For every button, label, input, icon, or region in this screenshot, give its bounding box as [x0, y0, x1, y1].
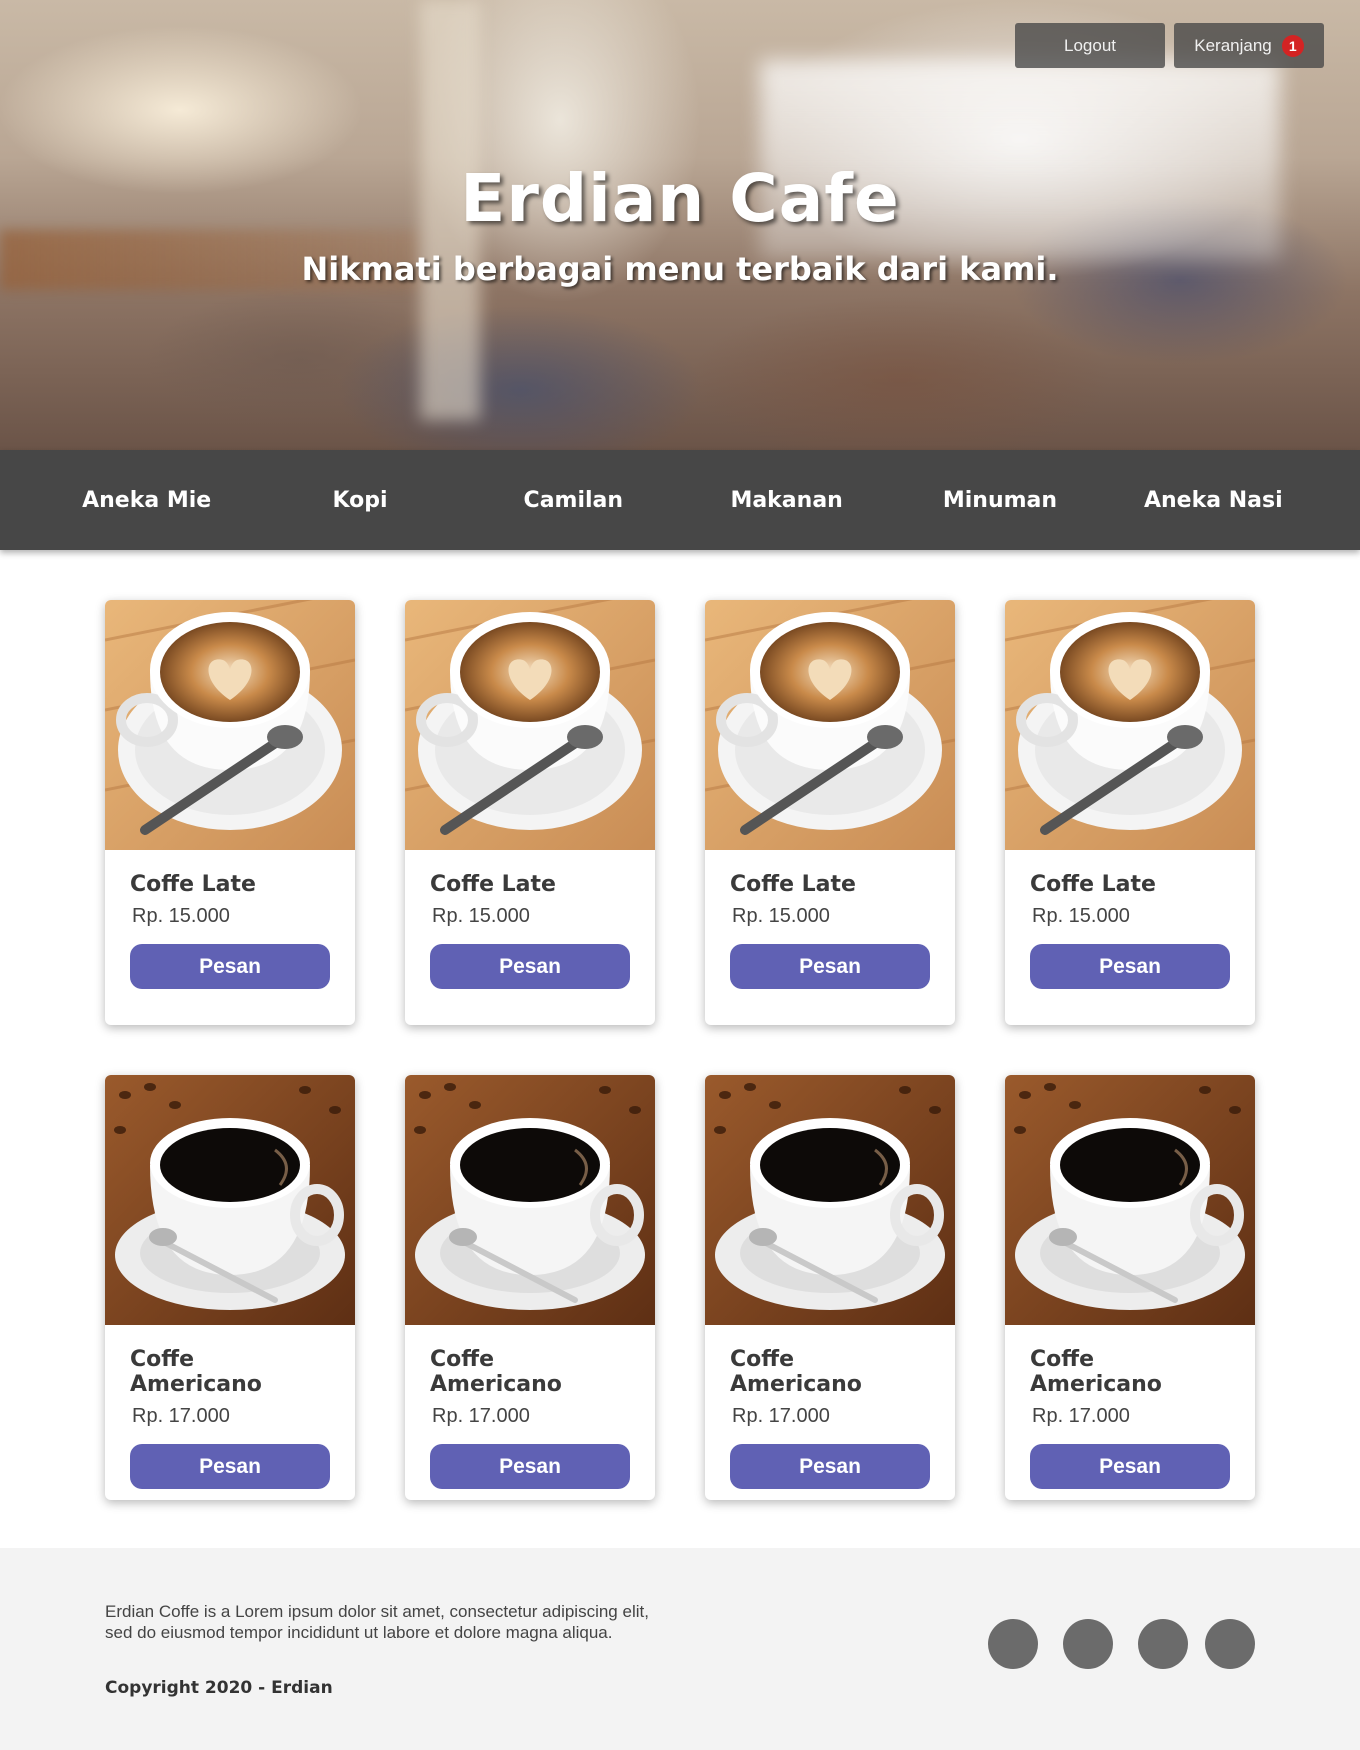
order-button[interactable]: Pesan: [1030, 944, 1230, 989]
hero-banner: Logout Keranjang 1 Erdian Cafe Nikmati b…: [0, 0, 1360, 450]
latte-image: [1005, 600, 1255, 850]
cart-label: Keranjang: [1194, 35, 1272, 55]
order-button[interactable]: Pesan: [730, 944, 930, 989]
product-name: Coffe Americano: [1030, 1347, 1162, 1397]
product-card: Coffe Americano Rp. 17.000 Pesan: [105, 1075, 355, 1500]
footer-description: Erdian Coffe is a Lorem ipsum dolor sit …: [105, 1602, 649, 1642]
social-icon[interactable]: [988, 1619, 1038, 1669]
product-price: Rp. 17.000: [132, 1405, 230, 1427]
footer: Erdian Coffe is a Lorem ipsum dolor sit …: [0, 1548, 1360, 1750]
product-price: Rp. 17.000: [732, 1405, 830, 1427]
cart-count-badge: 1: [1281, 34, 1304, 57]
product-card: Coffe Late Rp. 15.000 Pesan: [405, 600, 655, 1025]
product-price: Rp. 17.000: [1032, 1405, 1130, 1427]
nav-item-minuman[interactable]: Minuman: [900, 488, 1100, 513]
order-button[interactable]: Pesan: [130, 1444, 330, 1489]
product-price: Rp. 15.000: [132, 905, 230, 927]
product-card: Coffe Late Rp. 15.000 Pesan: [105, 600, 355, 1025]
latte-image: [405, 600, 655, 850]
nav-item-camilan[interactable]: Camilan: [473, 488, 673, 513]
order-button[interactable]: Pesan: [430, 944, 630, 989]
product-name: Coffe Late: [730, 872, 856, 897]
site-subtitle: Nikmati berbagai menu terbaik dari kami.: [301, 250, 1059, 288]
order-button[interactable]: Pesan: [130, 944, 330, 989]
product-card: Coffe Late Rp. 15.000 Pesan: [1005, 600, 1255, 1025]
social-icon[interactable]: [1138, 1619, 1188, 1669]
product-grid: Coffe Late Rp. 15.000 Pesan Coffe Late R…: [105, 600, 1255, 1500]
nav-item-makanan[interactable]: Makanan: [687, 488, 887, 513]
americano-image: [405, 1075, 655, 1325]
product-name: Coffe Late: [1030, 872, 1156, 897]
product-card: Coffe Late Rp. 15.000 Pesan: [705, 600, 955, 1025]
latte-image: [705, 600, 955, 850]
product-name: Coffe Late: [430, 872, 556, 897]
americano-image: [705, 1075, 955, 1325]
product-price: Rp. 15.000: [1032, 905, 1130, 927]
social-icon[interactable]: [1063, 1619, 1113, 1669]
product-name: Coffe Americano: [430, 1347, 562, 1397]
nav-item-aneka-nasi[interactable]: Aneka Nasi: [1113, 488, 1313, 513]
top-buttons: Logout Keranjang 1: [1015, 23, 1324, 68]
footer-copyright: Copyright 2020 - Erdian: [105, 1678, 333, 1698]
americano-image: [105, 1075, 355, 1325]
order-button[interactable]: Pesan: [1030, 1444, 1230, 1489]
logout-label: Logout: [1064, 35, 1116, 55]
product-name: Coffe Americano: [130, 1347, 262, 1397]
americano-image: [1005, 1075, 1255, 1325]
nav-item-aneka-mie[interactable]: Aneka Mie: [47, 488, 247, 513]
product-name: Coffe Late: [130, 872, 256, 897]
product-card: Coffe Americano Rp. 17.000 Pesan: [1005, 1075, 1255, 1500]
product-card: Coffe Americano Rp. 17.000 Pesan: [705, 1075, 955, 1500]
order-button[interactable]: Pesan: [430, 1444, 630, 1489]
logout-button[interactable]: Logout: [1015, 23, 1165, 68]
product-name: Coffe Americano: [730, 1347, 862, 1397]
product-price: Rp. 15.000: [432, 905, 530, 927]
product-price: Rp. 17.000: [432, 1405, 530, 1427]
product-card: Coffe Americano Rp. 17.000 Pesan: [405, 1075, 655, 1500]
site-title: Erdian Cafe: [460, 160, 900, 237]
cart-button[interactable]: Keranjang 1: [1174, 23, 1324, 68]
social-icon[interactable]: [1205, 1619, 1255, 1669]
product-price: Rp. 15.000: [732, 905, 830, 927]
latte-image: [105, 600, 355, 850]
nav-item-kopi[interactable]: Kopi: [260, 488, 460, 513]
category-nav: Aneka Mie Kopi Camilan Makanan Minuman A…: [0, 450, 1360, 550]
order-button[interactable]: Pesan: [730, 1444, 930, 1489]
